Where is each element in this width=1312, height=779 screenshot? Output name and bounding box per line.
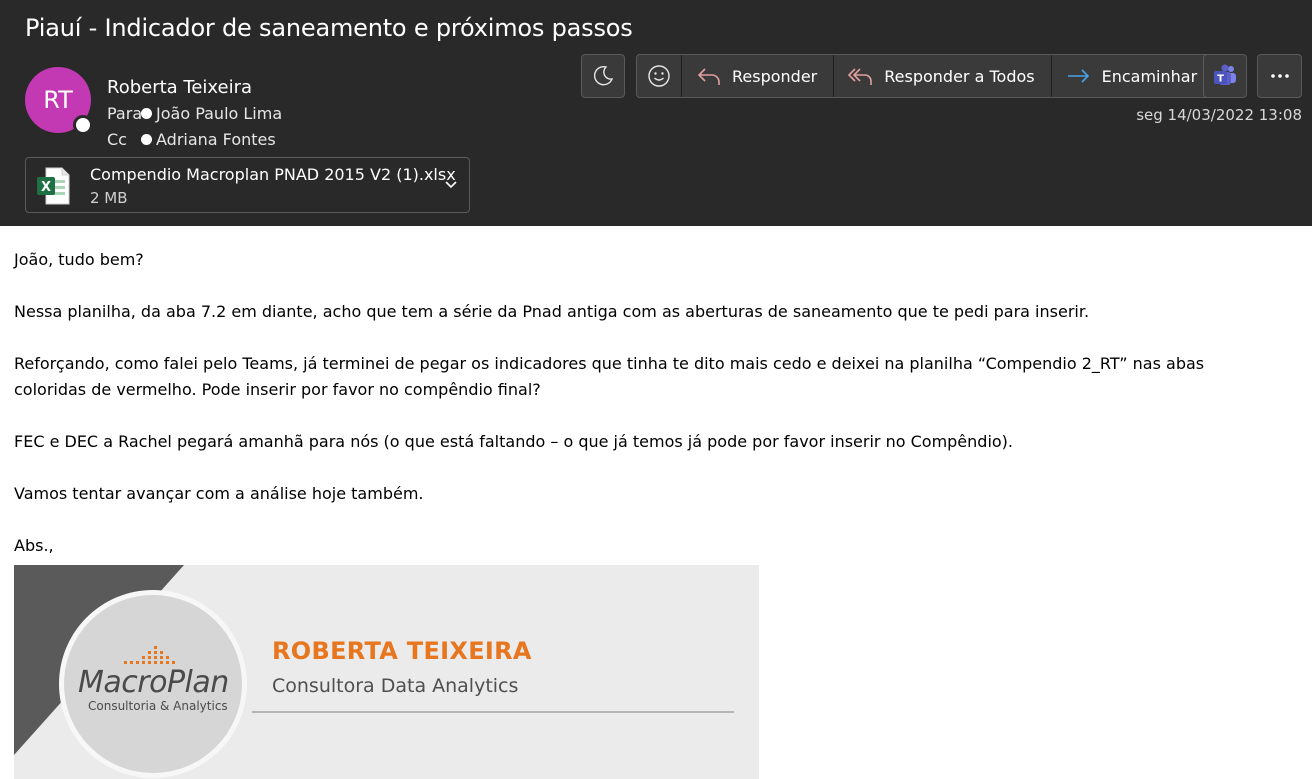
macroplan-logo-tagline: Consultoria & Analytics xyxy=(88,699,228,713)
more-icon xyxy=(1270,74,1289,78)
more-options-button[interactable] xyxy=(1257,54,1302,98)
message-header: Piauí - Indicador de saneamento e próxim… xyxy=(0,0,1312,226)
signature-name: ROBERTA TEIXEIRA xyxy=(272,637,532,665)
teams-chat-button[interactable]: T xyxy=(1203,54,1247,98)
signature-role: Consultora Data Analytics xyxy=(272,675,519,697)
body-paragraph: Reforçando, como falei pelo Teams, já te… xyxy=(14,354,1205,399)
chevron-down-icon[interactable] xyxy=(443,176,459,192)
reply-label: Responder xyxy=(732,66,818,86)
smiley-icon xyxy=(648,65,670,87)
moon-icon xyxy=(593,65,614,86)
email-signature-image: MacroPlan Consultoria & Analytics ROBERT… xyxy=(14,565,759,779)
body-paragraph: Vamos tentar avançar com a análise hoje … xyxy=(14,484,424,503)
to-label: Para xyxy=(107,104,143,123)
body-paragraph: FEC e DEC a Rachel pegará amanhã para nó… xyxy=(14,432,1014,451)
forward-arrow-icon xyxy=(1067,69,1089,83)
attachment-size: 2 MB xyxy=(90,189,128,207)
reply-actions-toolbar: Responder Responder a Todos Encaminhar xyxy=(636,54,1215,98)
emoji-reaction-button[interactable] xyxy=(637,55,682,97)
forward-label: Encaminhar xyxy=(1101,66,1198,86)
reply-all-label: Responder a Todos xyxy=(884,66,1035,86)
presence-status-icon xyxy=(73,115,93,135)
reply-all-arrow-icon xyxy=(848,68,873,85)
reply-arrow-icon xyxy=(697,68,720,85)
body-paragraph: Nessa planilha, da aba 7.2 em diante, ac… xyxy=(14,302,1090,321)
sent-date: seg 14/03/2022 13:08 xyxy=(1136,106,1302,124)
message-subject: Piauí - Indicador de saneamento e próxim… xyxy=(25,14,633,42)
cc-recipient-name[interactable]: Adriana Fontes xyxy=(156,130,276,149)
forward-button[interactable]: Encaminhar xyxy=(1052,55,1214,97)
sender-name[interactable]: Roberta Teixeira xyxy=(107,77,252,98)
cc-recipients: Cc Adriana Fontes xyxy=(107,130,276,149)
body-paragraph: Abs., xyxy=(14,536,54,555)
attachment-card[interactable]: X Compendio Macroplan PNAD 2015 V2 (1).x… xyxy=(25,157,470,213)
avatar-initials: RT xyxy=(43,86,73,114)
attachment-filename: Compendio Macroplan PNAD 2015 V2 (1).xls… xyxy=(90,165,456,184)
reply-button[interactable]: Responder xyxy=(682,55,835,97)
cc-label: Cc xyxy=(107,130,127,149)
excel-icon: X xyxy=(37,167,70,205)
macroplan-logo-text: MacroPlan xyxy=(78,665,229,700)
svg-text:T: T xyxy=(1217,74,1224,85)
svg-text:X: X xyxy=(41,180,51,195)
presence-dot-icon xyxy=(141,134,152,145)
to-recipient-name[interactable]: João Paulo Lima xyxy=(156,104,282,123)
presence-dot-icon xyxy=(141,108,152,119)
dark-mode-toggle-button[interactable] xyxy=(581,54,625,98)
message-body: João, tudo bem? Nessa planilha, da aba 7… xyxy=(14,247,1274,585)
teams-icon: T xyxy=(1214,64,1236,85)
reply-all-button[interactable]: Responder a Todos xyxy=(834,55,1052,97)
to-recipients: Para João Paulo Lima xyxy=(107,104,282,123)
body-paragraph: João, tudo bem? xyxy=(14,250,144,269)
